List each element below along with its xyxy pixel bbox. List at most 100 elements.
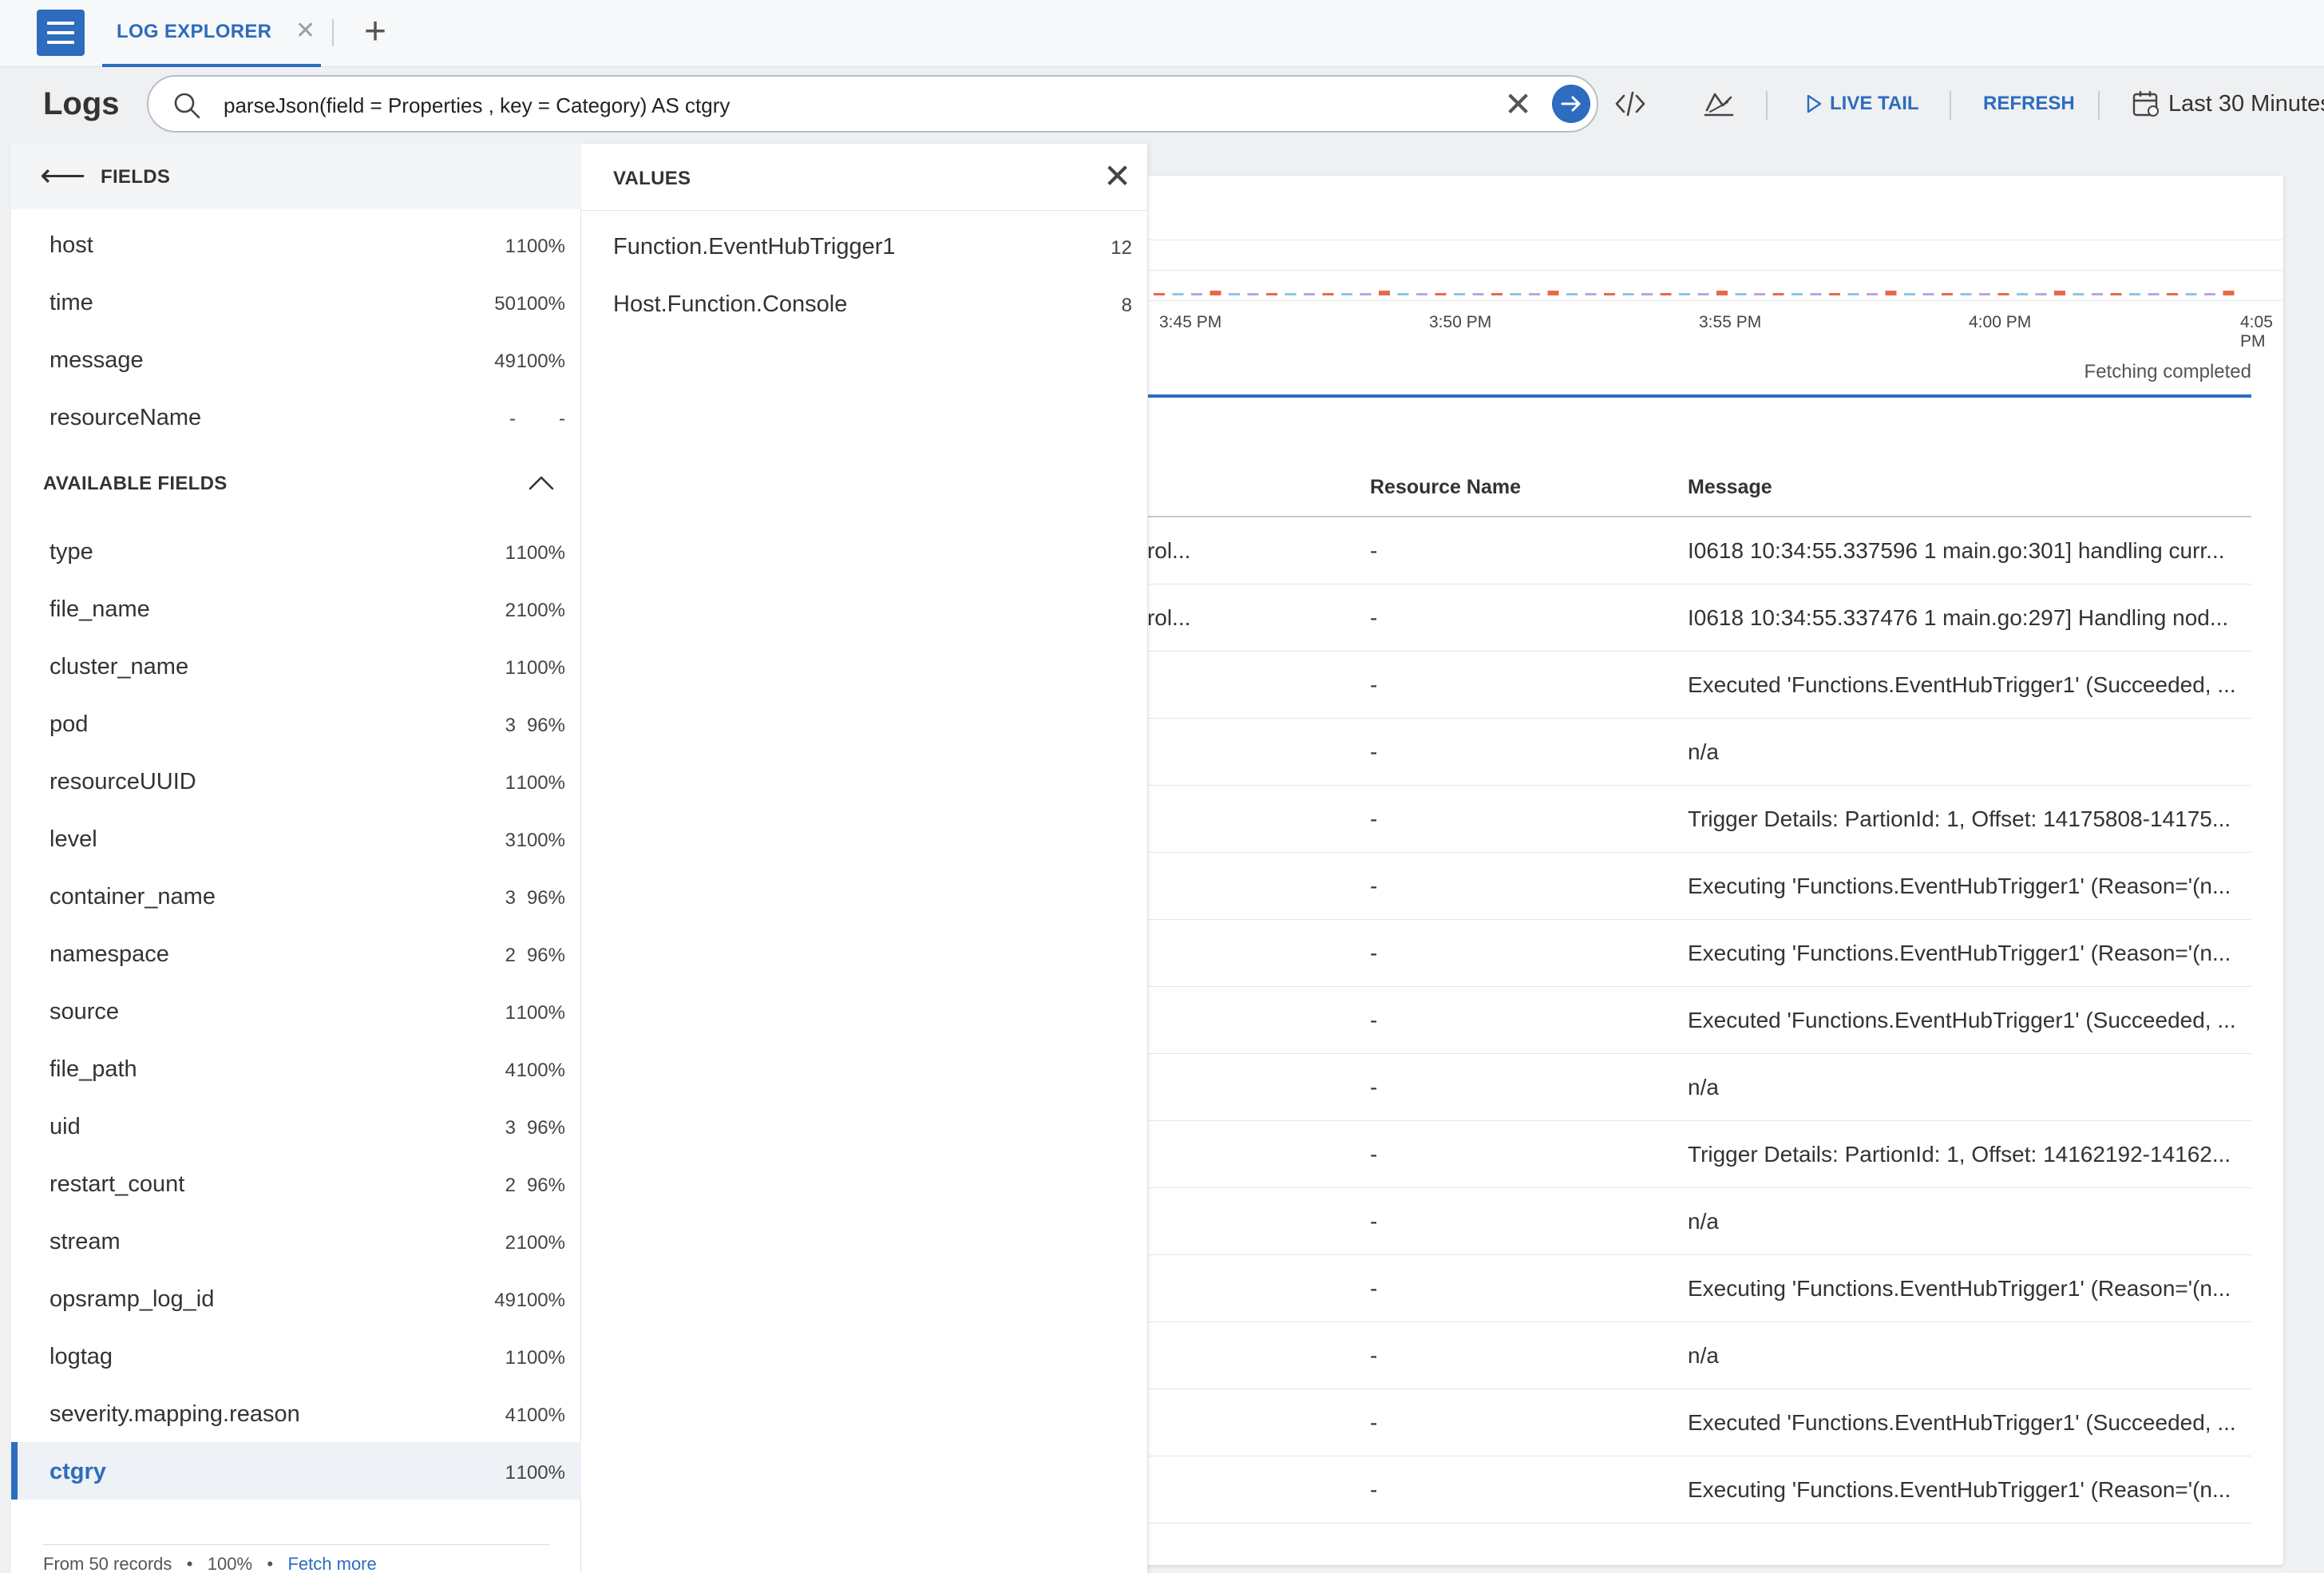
field-row[interactable]: uid 3 96% — [11, 1097, 581, 1155]
histogram-bar — [2185, 293, 2197, 295]
field-row[interactable]: resourceName - - — [11, 388, 581, 446]
table-row[interactable]: - Executed 'Functions.EventHubTrigger1' (… — [1038, 652, 2251, 719]
table-row[interactable]: - Executing 'Functions.EventHubTrigger1' … — [1038, 920, 2251, 987]
field-name: severity.mapping.reason — [49, 1401, 300, 1427]
value-row[interactable]: Function.EventHubTrigger1 12 — [581, 217, 1148, 275]
field-count: 50 — [494, 293, 516, 315]
column-header-message[interactable]: Message — [1688, 476, 1772, 499]
field-name: pod — [49, 711, 89, 737]
value-name: Function.EventHubTrigger1 — [613, 234, 896, 260]
table-row[interactable]: - n/a — [1038, 1054, 2251, 1121]
table-row[interactable]: - Executing 'Functions.EventHubTrigger1' … — [1038, 853, 2251, 920]
histogram-bar — [1960, 293, 1972, 295]
table-row[interactable]: - Executed 'Functions.EventHubTrigger1' (… — [1038, 987, 2251, 1054]
table-row[interactable]: c-logs-control...-I0618 10:34:55.337476 … — [1038, 584, 2251, 652]
field-name: message — [49, 347, 144, 373]
field-row[interactable]: cluster_name 1 100% — [11, 637, 581, 695]
code-icon[interactable] — [1614, 88, 1646, 120]
field-name: logtag — [49, 1344, 113, 1369]
field-row[interactable]: resourceUUID 1 100% — [11, 752, 581, 810]
table-row[interactable]: c-logs-control...-I0618 10:34:55.337596 … — [1038, 517, 2251, 584]
divider — [2098, 91, 2100, 120]
field-row[interactable]: file_name 2 100% — [11, 580, 581, 637]
table-row[interactable]: - Executing 'Functions.EventHubTrigger1' … — [1038, 1255, 2251, 1322]
histogram-gridline — [1038, 270, 2283, 271]
field-row[interactable]: severity.mapping.reason 4 100% — [11, 1385, 581, 1442]
table-row[interactable]: - Trigger Details: PartionId: 1, Offset: … — [1038, 1121, 2251, 1188]
query-input[interactable] — [224, 89, 1477, 121]
bullet-separator: • — [176, 1554, 203, 1573]
field-row[interactable]: message 49 100% — [11, 331, 581, 388]
field-row[interactable]: file_path 4 100% — [11, 1040, 581, 1097]
histogram-bar — [2035, 293, 2047, 295]
tab-close-icon[interactable]: ✕ — [295, 19, 315, 43]
field-percent: 100% — [516, 1002, 565, 1024]
search-icon — [174, 93, 200, 119]
arrow-left-icon[interactable]: ⟵ — [40, 160, 85, 192]
field-row[interactable]: source 1 100% — [11, 982, 581, 1040]
field-name: file_path — [49, 1056, 137, 1082]
histogram-bar — [1754, 293, 1765, 295]
histogram-bar — [1660, 293, 1672, 295]
run-query-button[interactable] — [1552, 85, 1590, 123]
cell-message: Executing 'Functions.EventHubTrigger1' (… — [1688, 1477, 2231, 1502]
table-row[interactable]: - Executed 'Functions.EventHubTrigger1' (… — [1038, 1389, 2251, 1456]
field-percent: 100% — [516, 600, 565, 621]
table-row[interactable]: - n/a — [1038, 1322, 2251, 1389]
refresh-button[interactable]: REFRESH — [1983, 93, 2075, 115]
field-percent: 100% — [516, 1405, 565, 1426]
table-row[interactable]: - Executing 'Functions.EventHubTrigger1' … — [1038, 1456, 2251, 1523]
values-title: VALUES — [613, 168, 691, 189]
available-fields-title: AVAILABLE FIELDS — [43, 473, 228, 494]
histogram-bar — [1885, 291, 1897, 295]
cell-message: Executing 'Functions.EventHubTrigger1' (… — [1688, 874, 2231, 898]
field-count: 49 — [494, 351, 516, 372]
field-row[interactable]: stream 2 100% — [11, 1212, 581, 1270]
fetch-more-link[interactable]: Fetch more — [287, 1554, 376, 1573]
field-row[interactable]: restart_count 2 96% — [11, 1155, 581, 1212]
field-row[interactable]: type 1 100% — [11, 522, 581, 580]
histogram-bar — [2167, 293, 2178, 295]
table-row[interactable]: - n/a — [1038, 719, 2251, 786]
histogram-bar — [1510, 293, 1522, 295]
field-percent: 96% — [526, 1117, 565, 1139]
clear-query-icon[interactable]: ✕ — [1504, 86, 1532, 123]
time-range-label: Last 30 Minutes — [2168, 90, 2324, 117]
live-tail-button[interactable]: LIVE TAIL — [1806, 93, 1919, 115]
records-count: From 50 records — [43, 1554, 172, 1573]
field-row[interactable]: opsramp_log_id 49 100% — [11, 1270, 581, 1327]
table-row[interactable]: - Trigger Details: PartionId: 1, Offset: … — [1038, 786, 2251, 853]
field-count: 3 — [505, 887, 516, 909]
time-range-picker[interactable]: Last 30 Minutes — [2132, 89, 2324, 118]
field-row[interactable]: logtag 1 100% — [11, 1327, 581, 1385]
value-row[interactable]: Host.Function.Console 8 — [581, 275, 1148, 332]
table-row[interactable]: - n/a — [1038, 1188, 2251, 1255]
field-row[interactable]: container_name 3 96% — [11, 867, 581, 925]
close-icon[interactable]: ✕ — [1103, 158, 1131, 195]
field-row[interactable]: ctgry 1 100% — [11, 1442, 581, 1500]
field-row[interactable]: time 50 100% — [11, 273, 581, 331]
field-row[interactable]: pod 3 96% — [11, 695, 581, 752]
field-count: 1 — [505, 772, 516, 794]
chart-icon[interactable] — [1702, 86, 1736, 120]
cell-message: n/a — [1688, 1343, 1719, 1368]
field-name: level — [49, 826, 97, 852]
field-count: 3 — [505, 1117, 516, 1139]
field-row[interactable]: host 1 100% — [11, 216, 581, 273]
cell-message: Trigger Details: PartionId: 1, Offset: 1… — [1688, 1142, 2231, 1167]
divider — [43, 1544, 549, 1545]
field-row[interactable]: level 3 100% — [11, 810, 581, 867]
hamburger-menu-button[interactable] — [37, 10, 85, 56]
histogram-bar — [1622, 293, 1634, 295]
add-tab-button[interactable]: + — [364, 13, 386, 51]
chevron-up-icon[interactable] — [527, 468, 556, 497]
field-percent: 100% — [516, 293, 565, 315]
field-percent: 96% — [526, 945, 565, 966]
field-name: container_name — [49, 884, 216, 909]
histogram-bar — [1847, 293, 1859, 295]
field-row[interactable]: namespace 2 96% — [11, 925, 581, 982]
live-tail-label: LIVE TAIL — [1830, 93, 1919, 114]
field-name: host — [49, 232, 93, 258]
column-header-resource-name[interactable]: Resource Name — [1370, 476, 1521, 499]
tab-log-explorer[interactable]: LOG EXPLORER — [102, 0, 321, 68]
